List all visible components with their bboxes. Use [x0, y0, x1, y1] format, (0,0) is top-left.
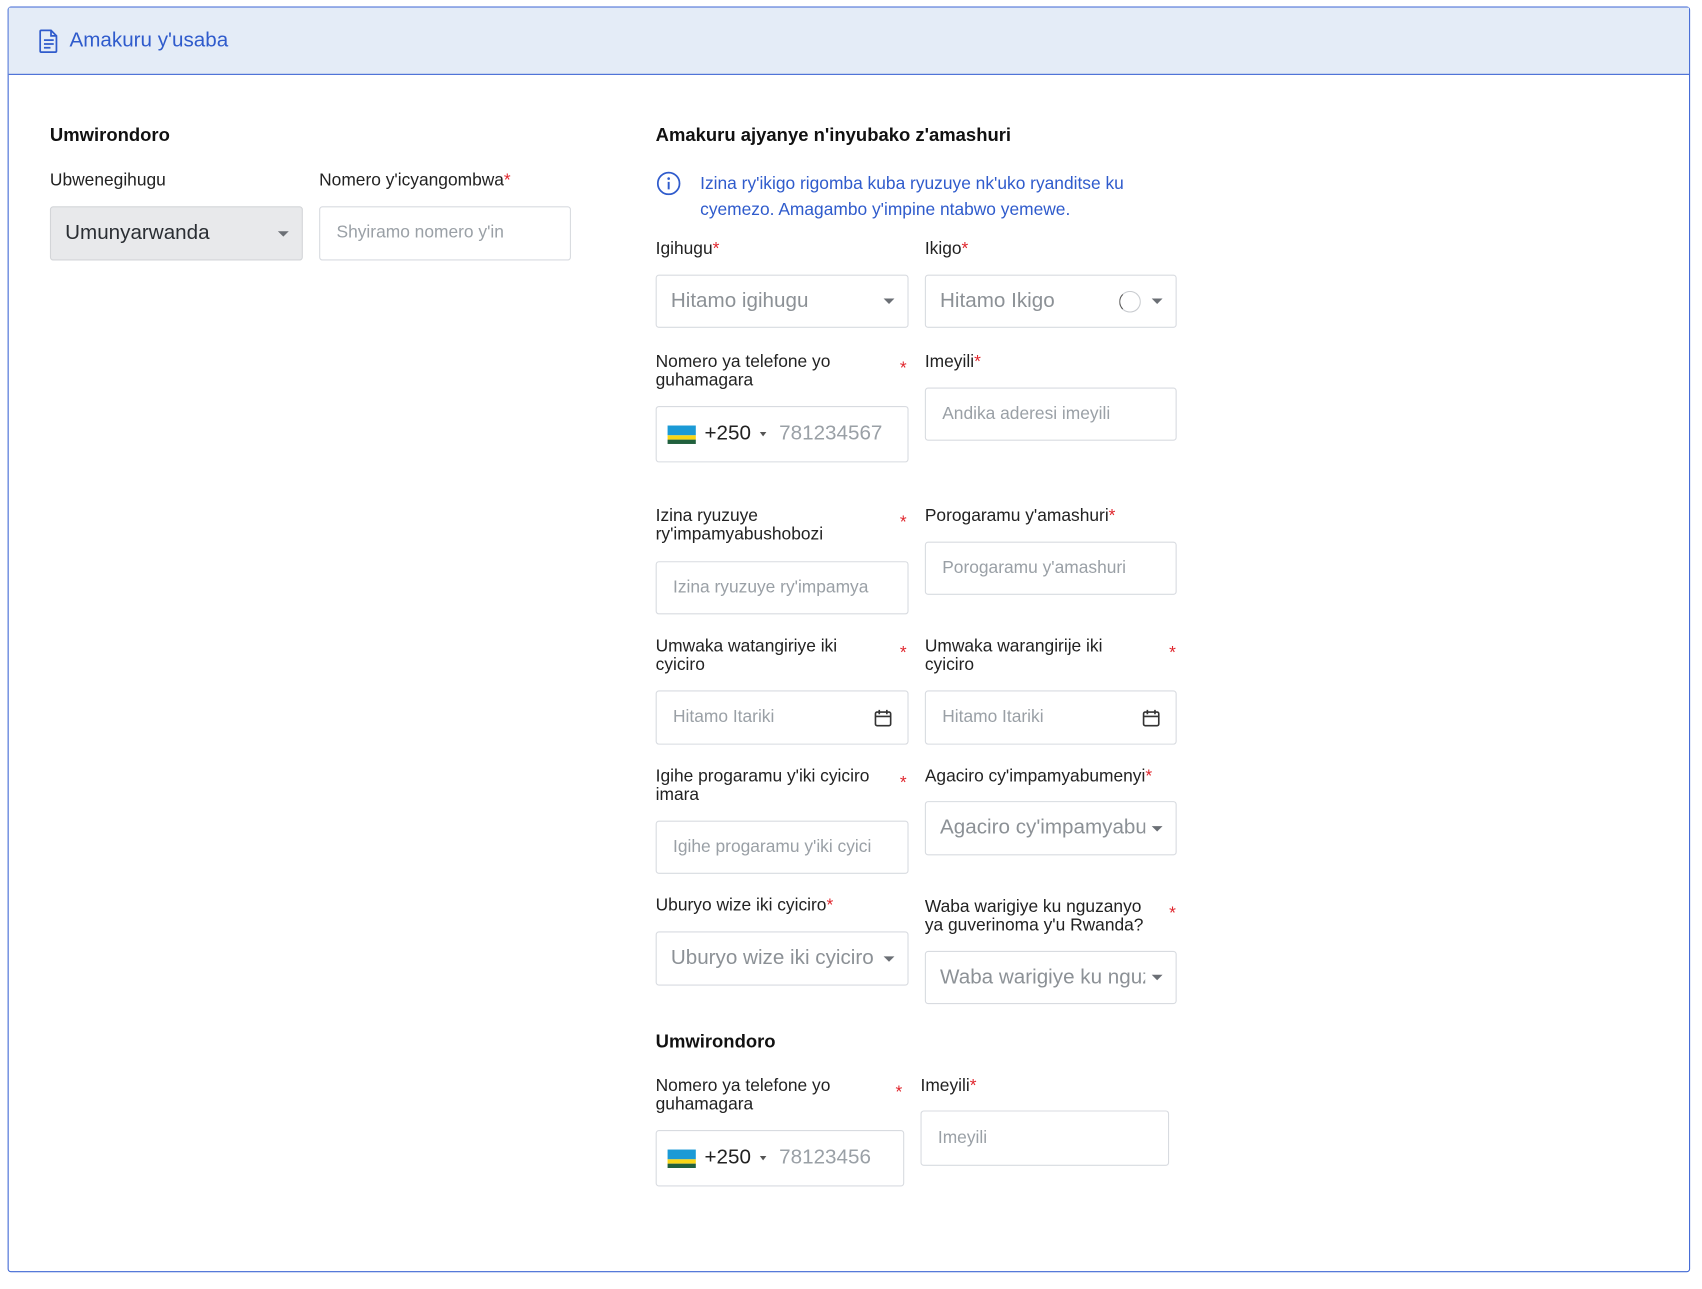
required-marker: * — [1169, 904, 1176, 923]
country-code[interactable]: +250 — [704, 1146, 750, 1170]
end-year-label: Umwaka warangirije iki cyiciro — [924, 637, 1103, 675]
grade-select[interactable]: Agaciro cy'impamyabumenyi — [924, 801, 1177, 856]
start-year-label: Umwaka watangiriye iki cyiciro — [655, 637, 838, 675]
loading-spinner-icon — [1119, 290, 1141, 313]
chevron-down-icon — [277, 230, 289, 237]
info-icon — [656, 171, 681, 196]
program-input[interactable]: Porogaramu y'amashuri — [924, 541, 1177, 595]
chevron-down-icon — [759, 432, 767, 437]
end-date-picker[interactable]: Hitamo Itariki — [924, 690, 1177, 745]
certificate-name-label: Izina ryuzuye ry'impamyabushobozi — [655, 506, 824, 544]
study-mode-select[interactable]: Uburyo wize iki cyiciro — [655, 931, 909, 986]
card-header: Amakuru y'usaba — [8, 7, 1690, 75]
grade-label: Agaciro cy'impamyabumenyi* — [924, 767, 1153, 786]
document-icon — [39, 28, 58, 53]
government-loan-label: Waba warigiye ku nguzanyo ya guverinoma y… — [924, 897, 1144, 935]
country-code[interactable]: +250 — [704, 422, 750, 446]
calendar-icon — [1142, 709, 1160, 726]
profile-section-title: Umwirondoro — [49, 124, 170, 146]
school-select[interactable]: Hitamo Ikigo — [924, 274, 1177, 328]
contact-section-title: Umwirondoro — [655, 1031, 776, 1052]
id-number-input[interactable]: Shyiramo nomero y'in — [319, 206, 571, 261]
contact-phone-input[interactable]: +250 78123456 — [655, 1130, 905, 1187]
chevron-down-icon — [883, 298, 895, 304]
contact-phone-label: Nomero ya telefone yo guhamagara — [655, 1076, 831, 1114]
chevron-down-icon — [1151, 825, 1163, 831]
country-select[interactable]: Hitamo igihugu — [655, 274, 909, 328]
chevron-down-icon — [759, 1156, 767, 1161]
required-marker: * — [899, 773, 907, 793]
contact-email-label: Imeyili* — [920, 1076, 977, 1096]
program-label: Porogaramu y'amashuri* — [924, 506, 1116, 526]
chevron-down-icon — [883, 955, 895, 962]
nationality-select[interactable]: Umunyarwanda — [49, 206, 303, 261]
certificate-name-input[interactable]: Izina ryuzuye ry'impamya — [655, 561, 909, 615]
country-label: Igihugu* — [655, 239, 720, 259]
phone-input[interactable]: +250 781234567 — [655, 405, 909, 463]
start-date-picker[interactable]: Hitamo Itariki — [655, 690, 909, 745]
required-marker: * — [899, 513, 907, 532]
government-loan-select[interactable]: Waba warigiye ku nguzanyo — [924, 950, 1177, 1005]
email-input[interactable]: Andika aderesi imeyili — [924, 387, 1177, 441]
chevron-down-icon — [1151, 974, 1163, 981]
card-title: Amakuru y'usaba — [69, 28, 229, 52]
email-label: Imeyili* — [924, 352, 981, 372]
required-marker: * — [895, 1083, 903, 1102]
required-marker: * — [899, 359, 907, 378]
nationality-value: Umunyarwanda — [65, 221, 210, 245]
rwanda-flag-icon — [667, 424, 696, 444]
info-notice: Izina ry'ikigo rigomba kuba ryuzuye nk'u… — [700, 174, 1124, 220]
duration-label: Igihe progaramu y'iki cyiciro imara — [655, 767, 870, 805]
phone-label: Nomero ya telefone yo guhamagara — [655, 352, 831, 390]
required-marker: * — [899, 643, 907, 663]
nationality-label: Ubwenegihugu — [49, 171, 166, 190]
calendar-icon — [874, 709, 892, 726]
school-label: Ikigo* — [924, 239, 969, 259]
education-section-title: Amakuru ajyanye n'inyubako z'amashuri — [655, 124, 1012, 146]
rwanda-flag-icon — [667, 1149, 696, 1168]
study-mode-label: Uburyo wize iki cyiciro* — [655, 896, 834, 916]
id-number-label: Nomero y'icyangombwa* — [319, 171, 511, 190]
contact-email-input[interactable]: Imeyili — [920, 1110, 1170, 1166]
required-marker: * — [1169, 643, 1176, 663]
chevron-down-icon — [1151, 298, 1163, 304]
duration-input[interactable]: Igihe progaramu y'iki cyici — [655, 820, 909, 874]
